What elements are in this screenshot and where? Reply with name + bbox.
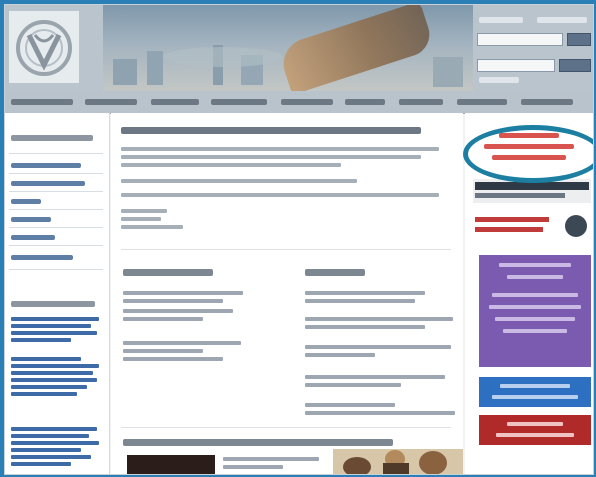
contact-text — [121, 217, 161, 221]
sidebar-heading — [11, 135, 93, 141]
news-item[interactable] — [11, 427, 103, 469]
sidebar-link[interactable] — [11, 181, 85, 186]
nav-item[interactable] — [211, 99, 267, 105]
section-heading — [305, 269, 365, 276]
partner-banner[interactable] — [473, 213, 591, 239]
divider — [9, 269, 103, 270]
divider — [121, 427, 451, 428]
search-button[interactable] — [559, 59, 591, 72]
intro-text — [121, 163, 341, 167]
news-item[interactable] — [11, 357, 103, 399]
webpage — [4, 4, 594, 475]
sidebar-link[interactable] — [11, 217, 51, 222]
left-sidebar — [5, 113, 110, 474]
meeting-photo[interactable] — [333, 449, 463, 474]
section-link[interactable] — [305, 383, 401, 387]
section-link[interactable] — [123, 299, 223, 303]
nav-item[interactable] — [11, 99, 73, 105]
highlight-circle — [463, 125, 593, 183]
divider — [9, 227, 103, 228]
nav-item[interactable] — [85, 99, 137, 105]
divider — [9, 191, 103, 192]
main-navigation — [5, 91, 593, 114]
divider — [121, 249, 451, 250]
section-link[interactable] — [123, 317, 203, 321]
nav-item[interactable] — [281, 99, 333, 105]
divider — [9, 245, 103, 246]
section-link[interactable] — [305, 345, 451, 349]
section-link[interactable] — [123, 291, 243, 295]
login-label — [479, 77, 519, 83]
contact-text — [121, 225, 183, 229]
header-banner-image — [103, 5, 473, 95]
divider — [9, 173, 103, 174]
intro-text — [121, 155, 421, 159]
section-heading — [123, 439, 393, 446]
login-label — [537, 17, 587, 23]
section-link[interactable] — [123, 309, 233, 313]
video-caption[interactable] — [223, 465, 283, 469]
section-link[interactable] — [305, 375, 445, 379]
section-link[interactable] — [305, 353, 375, 357]
nav-item[interactable] — [345, 99, 385, 105]
page-title — [121, 127, 421, 134]
video-caption[interactable] — [223, 457, 319, 461]
divider — [9, 153, 103, 154]
search-input[interactable] — [477, 59, 555, 72]
video-thumbnail[interactable] — [127, 455, 215, 474]
nav-item[interactable] — [399, 99, 443, 105]
intro-text — [121, 179, 357, 183]
nav-item[interactable] — [521, 99, 573, 105]
site-header — [5, 5, 593, 95]
promo-panel[interactable] — [479, 377, 591, 407]
section-link[interactable] — [305, 317, 453, 321]
section-link[interactable] — [305, 325, 425, 329]
username-field[interactable] — [477, 33, 563, 46]
section-link[interactable] — [123, 357, 223, 361]
organization-seal-icon[interactable] — [9, 11, 79, 83]
main-content — [111, 113, 463, 474]
sidebar-link[interactable] — [11, 163, 81, 168]
sidebar-link[interactable] — [11, 235, 55, 240]
login-panel — [475, 11, 593, 87]
featured-panel[interactable] — [479, 255, 591, 367]
sidebar-link[interactable] — [11, 199, 41, 204]
contact-text — [121, 209, 167, 213]
section-link[interactable] — [305, 403, 395, 407]
sidebar-heading — [11, 301, 95, 307]
section-link[interactable] — [305, 299, 415, 303]
section-link[interactable] — [123, 341, 241, 345]
login-button[interactable] — [567, 33, 591, 46]
section-link[interactable] — [305, 291, 425, 295]
intro-text — [121, 147, 439, 151]
promo-panel[interactable] — [479, 415, 591, 445]
nav-item[interactable] — [457, 99, 507, 105]
divider — [9, 209, 103, 210]
nav-item[interactable] — [151, 99, 199, 105]
section-heading — [123, 269, 213, 276]
login-label — [479, 17, 523, 23]
section-link[interactable] — [305, 411, 455, 415]
partner-logo-icon — [565, 215, 587, 237]
sidebar-link[interactable] — [11, 255, 73, 260]
intro-text — [121, 193, 439, 197]
section-link[interactable] — [123, 349, 203, 353]
news-item[interactable] — [11, 317, 103, 345]
